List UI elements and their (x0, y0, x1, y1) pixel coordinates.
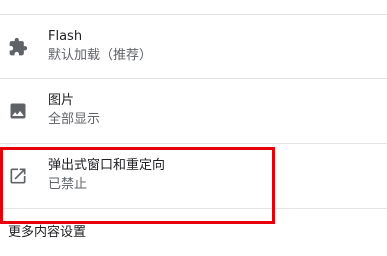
settings-row-title: Flash (48, 29, 83, 44)
open-in-new-icon (8, 166, 28, 186)
settings-row-title: 图片 (48, 93, 75, 108)
more-content-settings-link[interactable]: 更多内容设置 (8, 225, 86, 241)
puzzle-piece-icon (8, 37, 28, 57)
settings-row-images[interactable]: 图片 全部显示 (0, 79, 387, 143)
settings-row-flash[interactable]: Flash 默认加载（推荐） (0, 15, 387, 79)
content-settings-page: Flash 默认加载（推荐） 图片 全部显示 弹出式窗口和重定向 已禁止 更多内… (0, 0, 387, 256)
settings-row-subtitle: 已禁止 (48, 177, 88, 192)
image-icon (8, 101, 28, 121)
settings-row-subtitle: 默认加载（推荐） (48, 48, 153, 63)
settings-row-popups-redirects[interactable]: 弹出式窗口和重定向 已禁止 (0, 144, 387, 208)
divider (0, 208, 387, 209)
settings-row-subtitle: 全部显示 (48, 112, 101, 127)
settings-row-title: 弹出式窗口和重定向 (48, 158, 166, 173)
